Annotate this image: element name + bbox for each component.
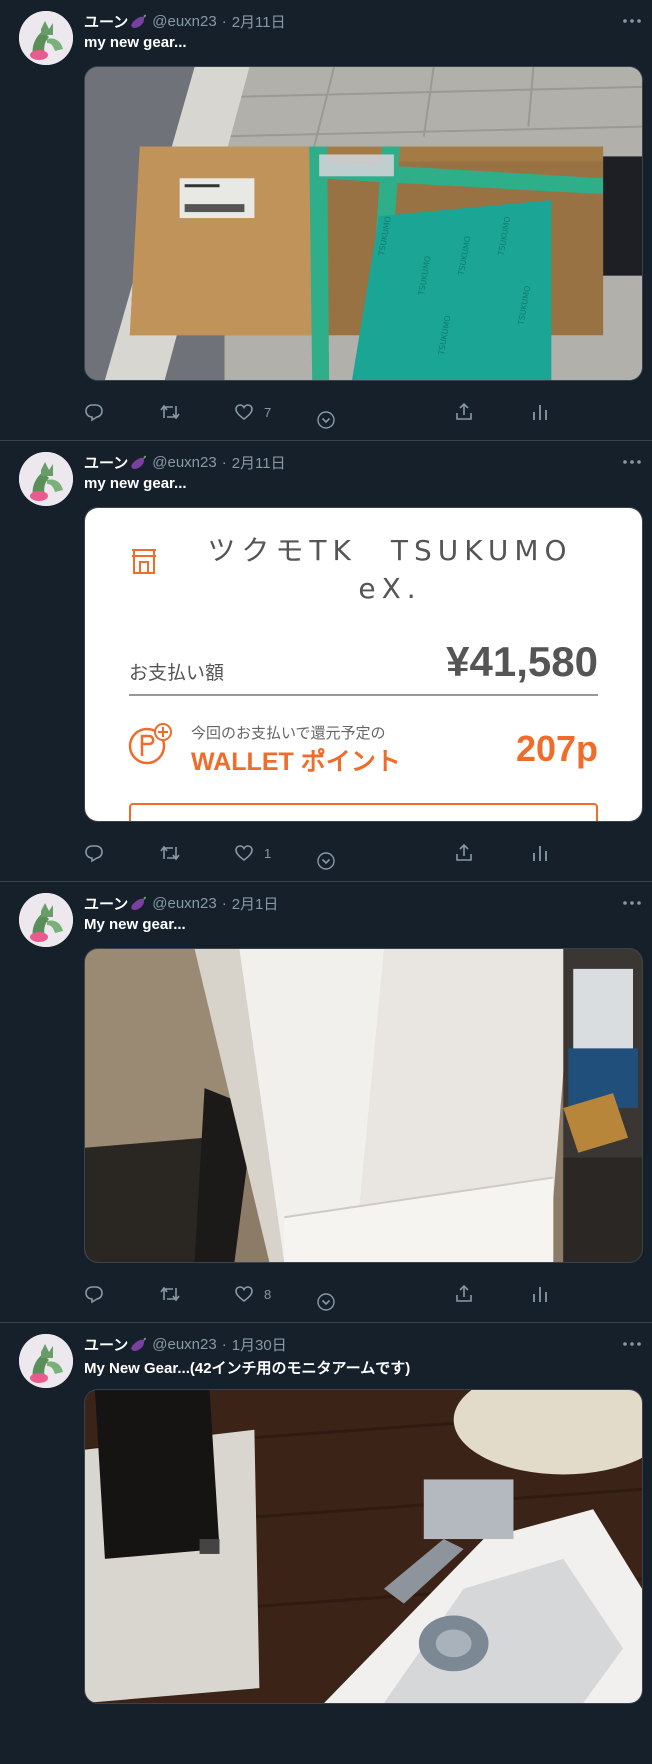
tweet-actions: 1 [84,841,643,870]
user-handle[interactable]: @euxn23 [152,454,216,471]
avatar[interactable] [19,893,73,947]
separator: · [221,894,227,912]
eggplant-icon [130,895,148,911]
tweet-text: My New Gear...(42インチ用のモニタアームです) [84,1360,411,1377]
retweet-icon [159,1284,181,1304]
more-options-icon[interactable] [620,13,644,29]
share-button[interactable] [454,400,474,424]
more-options-icon[interactable] [620,454,644,470]
like-button[interactable]: 7 [234,400,271,424]
tweet-text: my new gear... [84,475,187,492]
share-button[interactable] [454,841,474,865]
share-icon [454,843,474,863]
tweet[interactable]: ユーン @euxn23 · 2月1日 My new gear... 8 [0,882,652,1323]
extension-dropdown-button[interactable] [316,849,336,873]
tweet-header: ユーン @euxn23 · 2月11日 [84,11,286,31]
user-handle[interactable]: @euxn23 [152,895,216,912]
eggplant-icon [130,1336,148,1352]
points-icon [127,722,177,766]
reply-button[interactable] [84,1282,104,1306]
display-name[interactable]: ユーン [84,1334,128,1355]
chevron-down-icon [316,410,336,430]
tweet-photo[interactable] [84,1389,643,1704]
avatar[interactable] [19,1334,73,1388]
chevron-down-icon [316,851,336,871]
tweet-photo[interactable]: TSUKUMO TSUKUMO TSUKUMO TSUKUMO TSUKUMO … [84,66,643,381]
tweet-text: my new gear... [84,34,187,51]
payment-amount: ¥41,580 [446,638,598,685]
tweet-date[interactable]: 2月1日 [232,893,279,914]
wallet-points-label: WALLET ポイント [191,748,401,776]
like-count: 8 [264,1286,272,1302]
separator: · [221,453,227,471]
separator: · [221,1335,227,1353]
retweet-button[interactable] [159,841,181,865]
eggplant-icon [130,454,148,470]
user-handle[interactable]: @euxn23 [152,13,216,30]
points-caption: 今回のお支払いで還元予定の [191,725,386,742]
eggplant-icon [130,13,148,29]
divider [129,694,598,696]
tweet-header: ユーン @euxn23 · 2月11日 [84,452,286,472]
more-options-icon[interactable] [620,895,644,911]
share-button[interactable] [454,1282,474,1306]
retweet-icon [159,402,181,422]
extension-dropdown-button[interactable] [316,408,336,432]
store-icon [129,546,159,576]
heart-icon [234,843,254,863]
reply-icon [84,843,104,863]
analytics-button[interactable] [530,400,550,424]
reply-icon [84,1284,104,1304]
payment-label: お支払い額 [129,663,225,684]
reply-button[interactable] [84,841,104,865]
avatar[interactable] [19,452,73,506]
tweet-text: My new gear... [84,916,186,933]
retweet-button[interactable] [159,1282,181,1306]
display-name[interactable]: ユーン [84,893,128,914]
reply-button[interactable] [84,400,104,424]
tweet-date[interactable]: 1月30日 [232,1334,287,1355]
tweet-date[interactable]: 2月11日 [232,11,286,32]
tweet[interactable]: ユーン @euxn23 · 1月30日 My New Gear...(42インチ… [0,1323,652,1764]
receipt-screenshot: ツクモTK TSUKUMO eX. お支払い額 ¥41,580 今回のお支払いで… [85,508,642,821]
analytics-button[interactable] [530,841,550,865]
tweet[interactable]: ユーン @euxn23 · 2月11日 my new gear... TSUKU… [0,0,652,441]
share-icon [454,1284,474,1304]
analytics-icon [530,402,550,422]
tweet[interactable]: ユーン @euxn23 · 2月11日 my new gear... ツクモTK… [0,441,652,882]
avatar[interactable] [19,11,73,65]
analytics-button[interactable] [530,1282,550,1306]
more-options-icon[interactable] [620,1336,644,1352]
like-count: 1 [264,845,272,861]
user-handle[interactable]: @euxn23 [152,1336,216,1353]
heart-icon [234,1284,254,1304]
display-name[interactable]: ユーン [84,11,128,32]
analytics-icon [530,1284,550,1304]
store-name: ツクモTK TSUKUMO eX. [207,534,573,605]
receipt-button [129,803,598,821]
share-icon [454,402,474,422]
retweet-icon [159,843,181,863]
tweet-photo[interactable] [84,948,643,1263]
tweet-actions: 8 [84,1282,643,1311]
display-name[interactable]: ユーン [84,452,128,473]
like-button[interactable]: 1 [234,841,271,865]
tweet-date[interactable]: 2月11日 [232,452,286,473]
retweet-button[interactable] [159,400,181,424]
like-button[interactable]: 8 [234,1282,271,1306]
chevron-down-icon [316,1292,336,1312]
analytics-icon [530,843,550,863]
heart-icon [234,402,254,422]
tweet-actions: 7 [84,400,643,429]
tweet-header: ユーン @euxn23 · 1月30日 [84,1334,287,1354]
tweet-photo[interactable]: ツクモTK TSUKUMO eX. お支払い額 ¥41,580 今回のお支払いで… [84,507,643,822]
reply-icon [84,402,104,422]
tweet-header: ユーン @euxn23 · 2月1日 [84,893,278,913]
separator: · [221,12,227,30]
extension-dropdown-button[interactable] [316,1290,336,1314]
like-count: 7 [264,404,272,420]
points-value: 207p [515,728,598,769]
